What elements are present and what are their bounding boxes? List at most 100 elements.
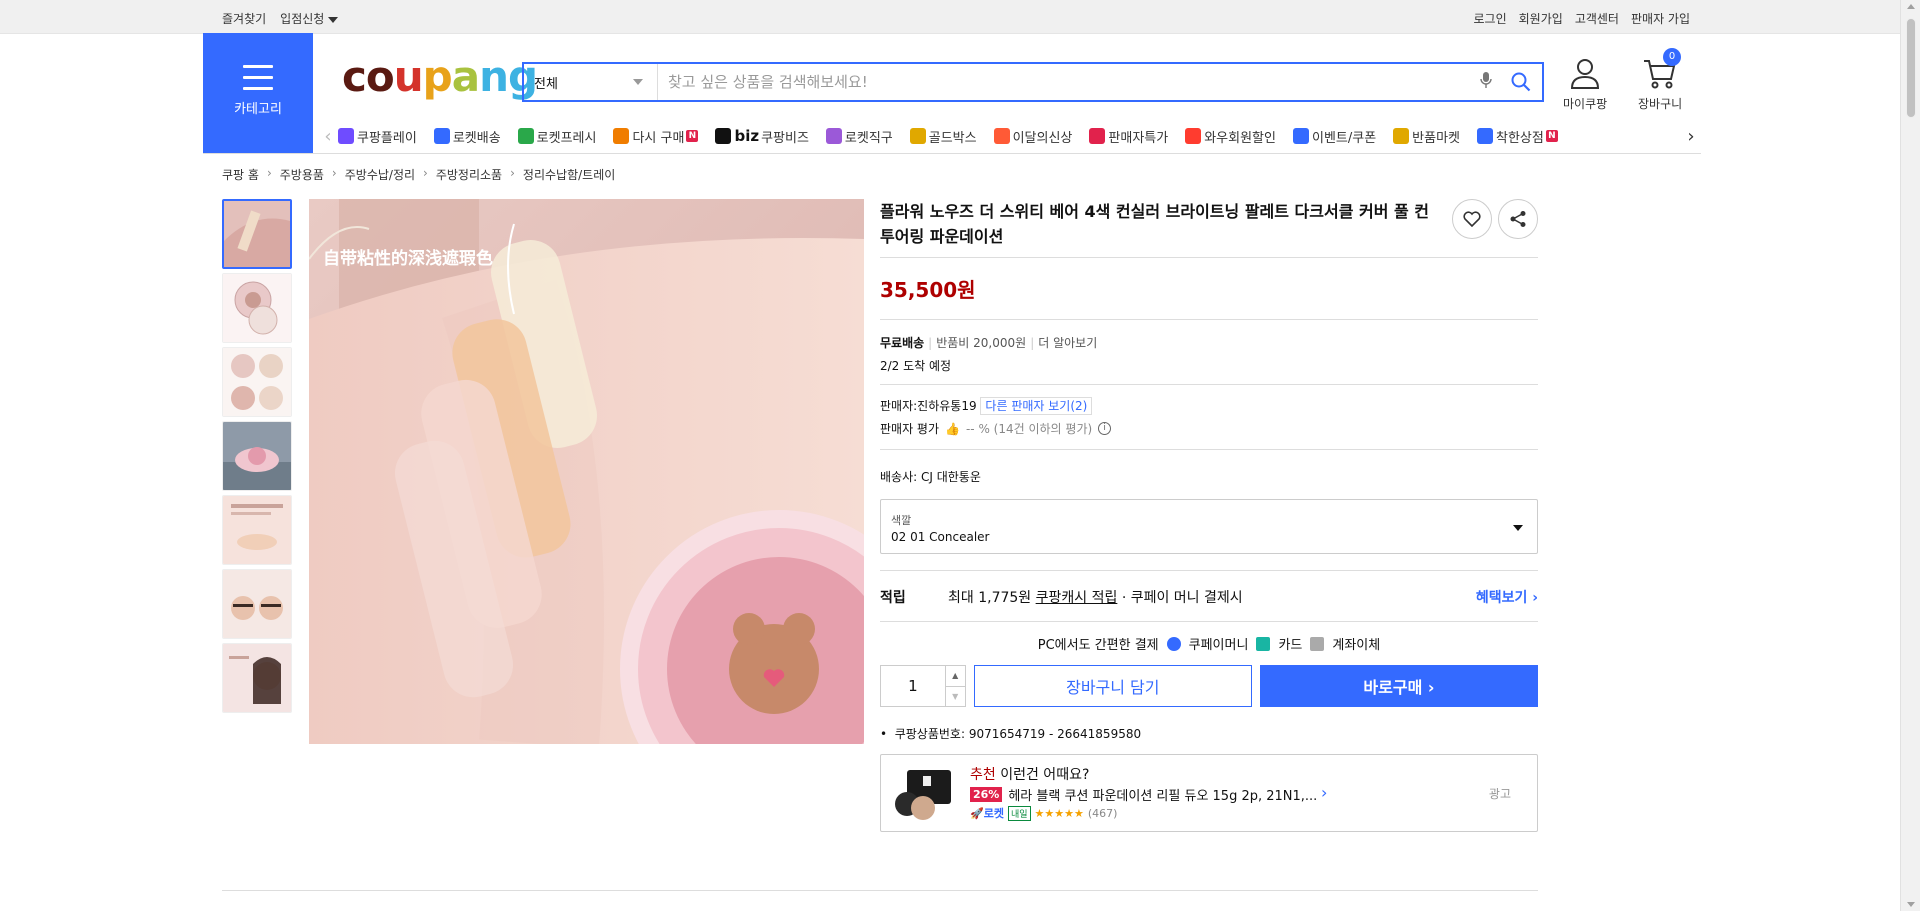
category-nav-item[interactable]: 다시 구매 N	[613, 127, 699, 146]
thumbnail-3[interactable]	[222, 347, 292, 417]
seller-apply-link[interactable]: 입점신청	[280, 10, 339, 27]
store-icon	[1477, 128, 1494, 144]
percent-icon	[1089, 128, 1106, 144]
bookmark-link[interactable]: 즐겨찾기	[222, 10, 266, 27]
pay-method-2: 카드	[1278, 638, 1303, 653]
thumbnail-1[interactable]	[222, 199, 292, 269]
thumbnail-7[interactable]	[222, 643, 292, 713]
chevron-right-icon[interactable]: ›	[1321, 783, 1327, 802]
search-input[interactable]	[658, 64, 1472, 100]
recommendation-card[interactable]: 추천 이런건 어때요? 26% 헤라 블랙 쿠션 파운데이션 리필 듀오 15g …	[880, 754, 1538, 832]
nav-next-arrow-icon[interactable]: ›	[1681, 126, 1701, 147]
cart-button[interactable]: 0 장바구니	[1638, 48, 1682, 112]
thumbnail-5[interactable]	[222, 495, 292, 565]
recommendation-title-highlight: 추천	[970, 767, 996, 783]
add-to-cart-button[interactable]: 장바구니 담기	[973, 665, 1252, 707]
color-option-select[interactable]: 색깔 02 01 Concealer	[880, 499, 1538, 554]
share-button[interactable]	[1498, 199, 1538, 239]
breadcrumb-link[interactable]: 주방용품	[280, 166, 324, 183]
wishlist-button[interactable]	[1452, 199, 1492, 239]
category-nav-label: 골드박스	[928, 130, 977, 146]
microphone-icon[interactable]	[1472, 71, 1500, 93]
logo-letter: a	[451, 52, 480, 101]
chevron-down-icon	[1513, 525, 1523, 531]
category-nav-label: 반품마켓	[1412, 130, 1461, 146]
category-nav-label: 다시 구매	[632, 130, 685, 146]
thumbnail-4[interactable]	[222, 421, 292, 491]
biz-icon	[715, 128, 732, 144]
new-badge: N	[686, 130, 699, 142]
rocket-fresh-icon	[517, 128, 534, 144]
rocket-label: 로켓	[983, 807, 1004, 820]
category-nav-item[interactable]: 착한상점 N	[1477, 127, 1558, 146]
coupay-money-icon	[1166, 636, 1181, 651]
breadcrumb-link[interactable]: 쿠팡 홈	[222, 166, 259, 183]
buy-now-button[interactable]: 바로구매 ›	[1259, 665, 1538, 707]
coupang-logo[interactable]: coupang	[342, 52, 538, 101]
login-link[interactable]: 로그인	[1474, 10, 1507, 27]
category-nav-label: 와우회원할인	[1204, 130, 1276, 146]
vertical-scrollbar[interactable]	[1900, 0, 1920, 911]
seller-signup-link[interactable]: 판매자 가입	[1631, 10, 1690, 27]
customer-center-link[interactable]: 고객센터	[1575, 10, 1619, 27]
breadcrumb-link[interactable]: 주방수납/정리	[345, 166, 415, 183]
new-icon	[993, 128, 1010, 144]
user-icon	[1571, 59, 1600, 89]
learn-more-link[interactable]: 더 알아보기	[1038, 336, 1097, 350]
bank-transfer-icon	[1310, 636, 1325, 651]
category-nav-item[interactable]: 이달의신상	[993, 127, 1072, 146]
courier: 배송사: CJ 대한통운	[880, 470, 981, 484]
category-nav-item[interactable]: 이벤트/쿠폰	[1292, 127, 1376, 146]
nav-prev-arrow-icon[interactable]: ‹	[318, 126, 338, 147]
scroll-up-icon[interactable]	[1907, 4, 1915, 9]
coupang-cash-link[interactable]: 쿠팡캐시 적립	[1036, 587, 1118, 607]
category-nav-item[interactable]: 와우회원할인	[1185, 127, 1276, 146]
wow-icon	[1185, 128, 1202, 144]
quantity-down-icon[interactable]: ▼	[945, 685, 965, 707]
thumbnail-2[interactable]	[222, 273, 292, 343]
pay-title: PC에서도 간편한 결제	[1037, 638, 1159, 653]
thumbs-up-icon: 👍	[945, 421, 960, 436]
breadcrumb-link[interactable]: 정리수납함/트레이	[523, 166, 615, 183]
category-nav-item[interactable]: 판매자특가	[1089, 127, 1168, 146]
main-product-image[interactable]: 自带粘性的深浅遮瑕色	[309, 199, 864, 744]
search-scope-select[interactable]: 전체	[524, 64, 658, 100]
quantity-up-icon[interactable]: ▲	[946, 666, 965, 686]
category-nav-item[interactable]: 로켓배송	[433, 127, 501, 146]
arrival-date: 2/2 도착 예정	[880, 359, 952, 373]
cart-count-badge: 0	[1663, 48, 1682, 66]
scrollbar-thumb[interactable]	[1906, 18, 1916, 118]
other-sellers-link[interactable]: 다른 판매자 보기(2)	[980, 397, 1093, 415]
category-nav-item[interactable]: 로켓프레시	[517, 127, 596, 146]
thumbnail-list	[222, 199, 294, 717]
review-count: (467)	[1087, 806, 1118, 820]
signup-link[interactable]: 회원가입	[1519, 10, 1563, 27]
category-nav-item[interactable]: 로켓직구	[825, 127, 893, 146]
benefit-label: 혜택보기	[1475, 590, 1528, 606]
product-price: 35,500원	[880, 278, 976, 302]
search-scope-value: 전체	[534, 76, 558, 92]
cash-suffix: · 쿠페이 머니 결제시	[1121, 590, 1243, 606]
recommendation-title: 추천 이런건 어때요?	[970, 764, 1089, 784]
recommendation-product: 26% 헤라 블랙 쿠션 파운데이션 리필 듀오 15g 2p, 21N1,...	[970, 785, 1317, 804]
search-icon[interactable]	[1500, 72, 1542, 92]
category-nav-item[interactable]: 쿠팡플레이	[338, 127, 417, 146]
breadcrumb-link[interactable]: 주방정리소품	[436, 166, 502, 183]
top-utility-bar: 즐겨찾기 입점신청 로그인 회원가입 고객센터 판매자 가입	[0, 0, 1900, 34]
seller-row: 판매자:진하유통19 다른 판매자 보기(2)	[880, 397, 1538, 415]
thumbnail-6[interactable]	[222, 569, 292, 639]
category-nav-item[interactable]: 반품마켓	[1393, 127, 1460, 146]
quantity-value[interactable]: 1	[881, 666, 945, 706]
logo-letter: u	[393, 52, 424, 101]
category-nav-item[interactable]: 골드박스	[909, 127, 977, 146]
category-menu-button[interactable]: 카테고리	[203, 33, 313, 153]
benefit-link[interactable]: 혜택보기 ›	[1476, 587, 1538, 607]
scroll-down-icon[interactable]	[1907, 902, 1915, 907]
tomorrow-badge: 내일	[1007, 805, 1031, 821]
mycoupang-button[interactable]: 마이쿠팡	[1563, 58, 1607, 112]
breadcrumb-separator-icon: ›	[423, 166, 428, 180]
seller-rating-row: 판매자 평가 👍 -- % (14건 이하의 평가) i	[880, 420, 1538, 437]
info-icon[interactable]: i	[1098, 422, 1112, 435]
rocket-delivery-badge: 🚀로켓	[970, 807, 1004, 820]
category-nav-item[interactable]: biz 쿠팡비즈	[715, 127, 809, 146]
